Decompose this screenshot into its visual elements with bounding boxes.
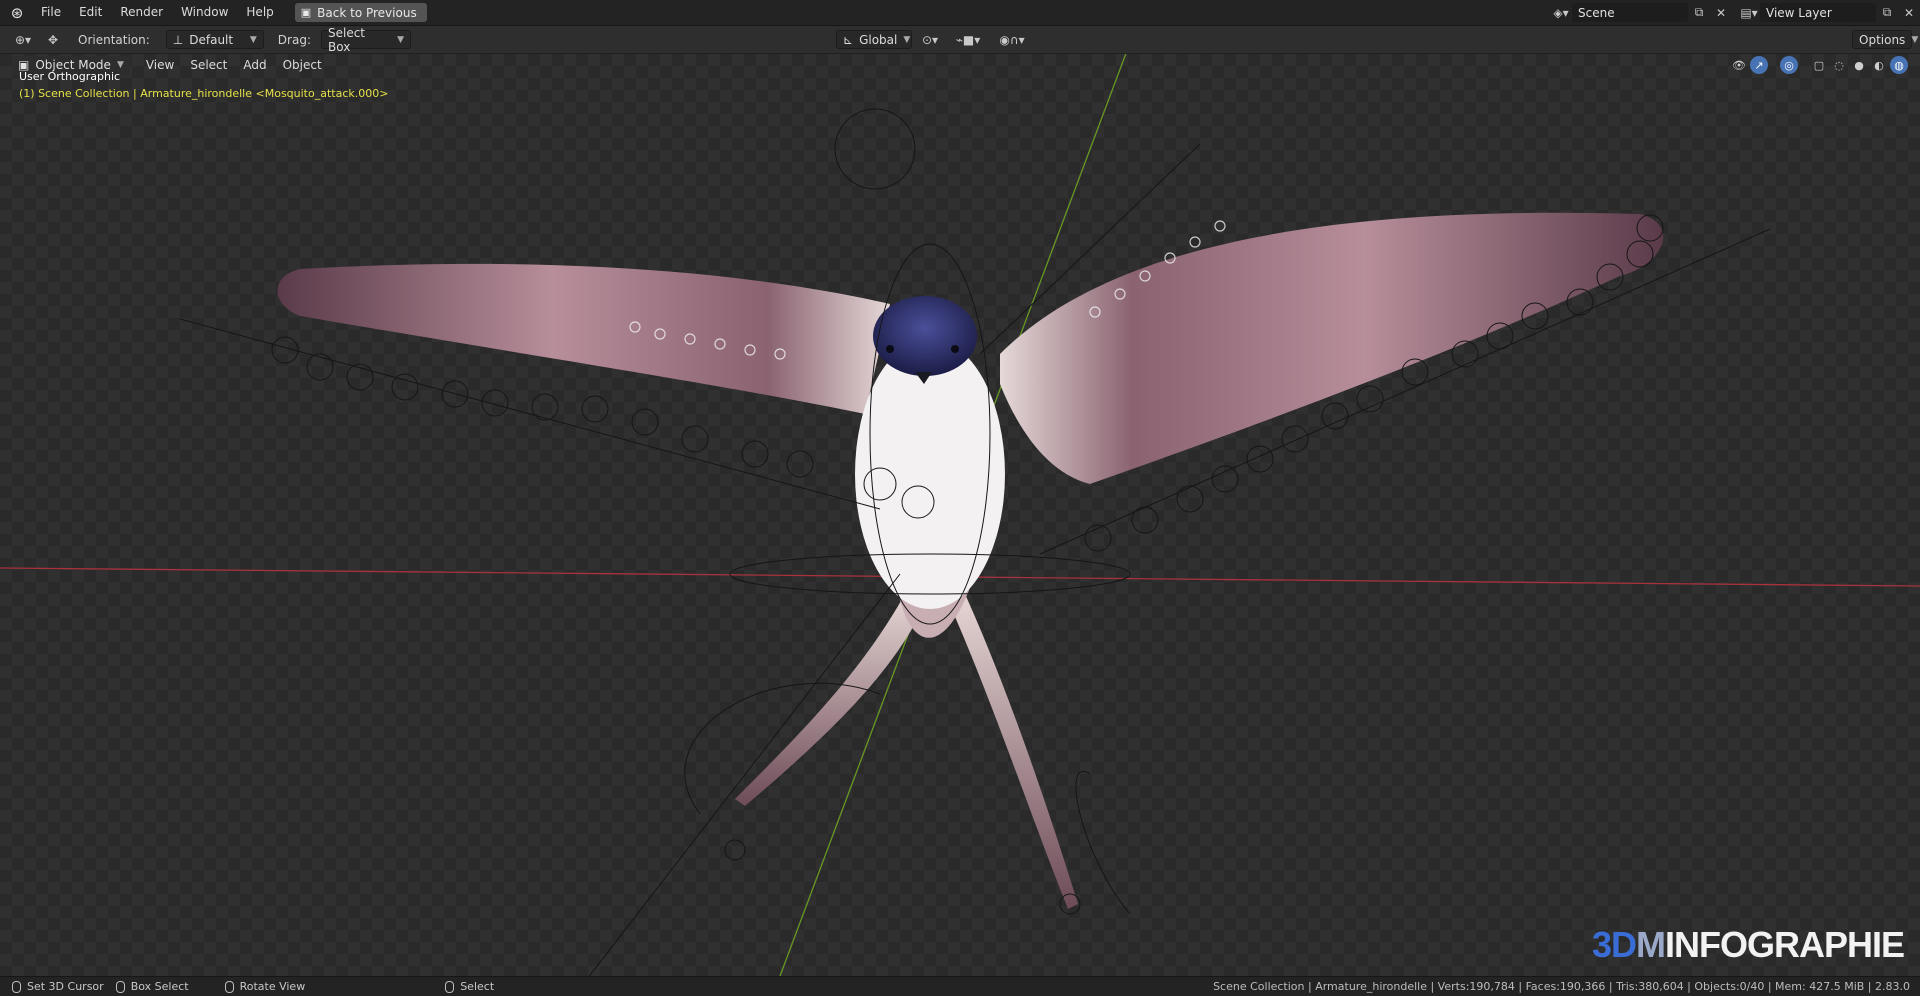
chevron-down-icon: ▼ <box>397 34 404 45</box>
drag-label: Drag: <box>277 32 311 47</box>
orientation-axes-icon: ⊥ <box>172 32 184 47</box>
gizmo-toggle-icon[interactable]: ↗ <box>1750 56 1768 74</box>
hint-box-select: Box Select <box>115 980 189 993</box>
left-wing <box>277 263 890 414</box>
delete-view-layer-icon[interactable]: ✕ <box>1898 3 1920 22</box>
viewport-header: ▣ Object Mode ▼ View Select Add Object 👁… <box>0 54 1920 76</box>
chevron-down-icon: ▼ <box>903 34 911 45</box>
mouse-middle-icon <box>224 980 234 993</box>
bird-scene <box>0 54 1920 976</box>
orientation-value: Default <box>189 32 234 47</box>
solid-shading-icon[interactable]: ● <box>1850 56 1868 74</box>
scene-name-label: Scene <box>1578 5 1615 20</box>
chevron-down-icon: ▼ <box>249 34 257 45</box>
chevron-down-icon: ▼ <box>1911 34 1919 45</box>
menu-window[interactable]: Window <box>172 0 237 25</box>
view-layer-name-label: View Layer <box>1766 5 1832 20</box>
viewport-shading-controls: 👁 ↗ ◎ ▢ ◌ ● ◐ ◍ <box>1730 56 1908 74</box>
collection-info-label: (1) Scene Collection | Armature_hirondel… <box>19 87 389 100</box>
xray-toggle-icon[interactable]: ▢ <box>1810 56 1828 74</box>
hint-rotate-view: Rotate View <box>224 980 305 993</box>
orientation-dropdown[interactable]: ⊥ Default ▼ <box>165 30 264 49</box>
editor-type-icon[interactable]: ⊕▾ <box>8 30 38 49</box>
chevron-down-icon: ▼ <box>116 60 124 70</box>
view-layer-selector-icon[interactable]: ▤▾ <box>1738 3 1760 22</box>
visibility-icon[interactable]: 👁 <box>1730 56 1748 74</box>
global-axes-icon: ⊾ <box>843 32 854 47</box>
pivot-point-icon[interactable]: ⊙▾ <box>916 30 944 49</box>
scene-name-field[interactable]: Scene <box>1572 3 1688 22</box>
scene-selector-icon[interactable]: ◈▾ <box>1550 3 1572 22</box>
new-view-layer-icon[interactable]: ⧉ <box>1876 3 1898 22</box>
bird-head <box>873 296 977 376</box>
snapping-icon[interactable]: ⌁■▾ <box>948 30 988 49</box>
menu-edit[interactable]: Edit <box>70 0 111 25</box>
watermark-logo: 3DMINFOGRAPHIE <box>1591 924 1905 965</box>
mouse-drag-icon <box>115 980 125 993</box>
viewport-menu-view[interactable]: View <box>138 58 182 72</box>
drag-dropdown[interactable]: Select Box ▼ <box>320 26 411 54</box>
right-wing <box>1000 212 1664 485</box>
transform-orientation-dropdown[interactable]: ⊾ Global ▼ <box>836 30 912 49</box>
3d-viewport[interactable]: ▣ Object Mode ▼ View Select Add Object 👁… <box>0 54 1920 976</box>
new-scene-icon[interactable]: ⧉ <box>1688 3 1710 22</box>
blender-logo-icon[interactable]: ⊛ <box>8 4 26 22</box>
menu-file[interactable]: File <box>32 0 70 25</box>
bird-body <box>855 339 1005 609</box>
delete-scene-icon[interactable]: ✕ <box>1710 3 1732 22</box>
options-label: Options <box>1859 32 1906 47</box>
wireframe-shading-icon[interactable]: ◌ <box>1830 56 1848 74</box>
scene-statistics: Scene Collection | Armature_hirondelle |… <box>1213 980 1910 993</box>
tool-settings-bar: ⊕▾ ✥ Orientation: ⊥ Default ▼ Drag: Sele… <box>0 26 1920 54</box>
view-layer-name-field[interactable]: View Layer <box>1760 3 1876 22</box>
viewport-menu-select[interactable]: Select <box>182 58 235 72</box>
rendered-shading-icon[interactable]: ◍ <box>1890 56 1908 74</box>
transform-tool-icon[interactable]: ✥ <box>38 30 68 49</box>
status-bar: Set 3D Cursor Box Select Rotate View Sel… <box>0 976 1920 996</box>
viewport-menu-object[interactable]: Object <box>275 58 330 72</box>
menu-help[interactable]: Help <box>237 0 282 25</box>
menu-render[interactable]: Render <box>111 0 172 25</box>
overlays-toggle-icon[interactable]: ◎ <box>1780 56 1798 74</box>
view-name-label: User Orthographic <box>19 70 121 83</box>
hint-select: Select <box>445 980 494 993</box>
screen-icon: ▣ <box>300 6 312 19</box>
transform-orientation-value: Global <box>859 32 898 47</box>
options-dropdown[interactable]: Options ▼ <box>1852 30 1918 49</box>
tail-left <box>735 594 920 806</box>
tail-right <box>945 594 1078 909</box>
top-menu-bar: ⊛ File Edit Render Window Help ▣ Back to… <box>0 0 1920 26</box>
hint-set-3d-cursor: Set 3D Cursor <box>12 980 104 993</box>
mouse-left-icon <box>12 980 21 993</box>
drag-value: Select Box <box>327 25 366 54</box>
back-to-previous-label: Back to Previous <box>317 5 417 20</box>
material-shading-icon[interactable]: ◐ <box>1870 56 1888 74</box>
back-to-previous-button[interactable]: ▣ Back to Previous <box>294 3 427 22</box>
mouse-right-icon <box>445 980 455 993</box>
viewport-menu-add[interactable]: Add <box>235 58 274 72</box>
orientation-label: Orientation: <box>78 32 150 47</box>
proportional-editing-icon[interactable]: ◉∩▾ <box>992 30 1032 49</box>
